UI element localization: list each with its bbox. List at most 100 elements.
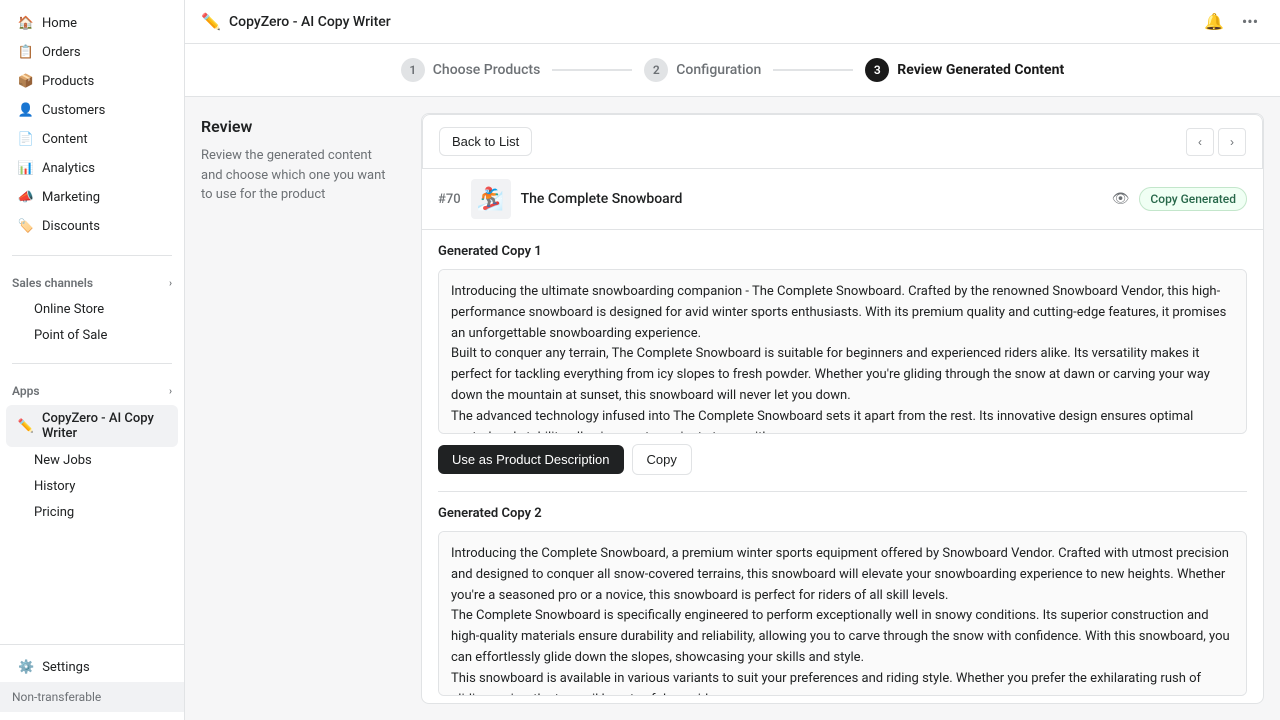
topbar-left: ✏️ CopyZero - AI Copy Writer [201,12,391,32]
step-connector-2 [773,69,853,71]
orders-icon: 📋 [18,44,34,60]
sidebar-item-new-jobs[interactable]: New Jobs [6,448,178,473]
sidebar-item-customers[interactable]: 👤 Customers [6,96,178,124]
copy-2-content: Introducing the Complete Snowboard, a pr… [451,546,1230,696]
content-icon: 📄 [18,131,34,147]
copy-section-2-wrapper: Generated Copy 2 Introducing the Complet… [422,491,1263,704]
main-content: ✏️ CopyZero - AI Copy Writer 🔔 ••• 1 Cho… [185,0,1280,720]
panel-description: Review the generated content and choose … [201,146,389,205]
copyzero-icon: ✏️ [18,418,34,434]
home-icon: 🏠 [18,15,34,31]
pricing-label: Pricing [34,505,74,520]
chevron-right-icon: › [169,278,172,289]
sidebar-item-analytics[interactable]: 📊 Analytics [6,154,178,182]
copy-1-content: Introducing the ultimate snowboarding co… [451,284,1226,434]
sidebar-item-discounts[interactable]: 🏷️ Discounts [6,212,178,240]
non-transferable-item[interactable]: Non-transferable [0,682,184,712]
topbar-right: 🔔 ••• [1200,8,1264,36]
sidebar-item-label: Analytics [42,161,95,176]
copy-1-label: Generated Copy 1 [438,244,1247,259]
left-panel: Review Review the generated content and … [185,97,405,720]
product-number: #70 [438,192,461,207]
sidebar-item-label: Orders [42,45,81,60]
eye-icon[interactable]: 👁 [1112,191,1130,207]
step-label-1: Choose Products [433,62,541,78]
step-circle-2: 2 [644,58,668,82]
sidebar-item-label: Home [42,16,77,31]
sales-channels-label: Sales channels [12,276,93,290]
more-icon[interactable]: ••• [1236,8,1264,36]
sidebar-item-orders[interactable]: 📋 Orders [6,38,178,66]
step-connector-1 [552,69,632,71]
sales-channels-header[interactable]: Sales channels › [0,270,184,296]
sidebar-item-label: Products [42,74,94,89]
copy-1-button[interactable]: Copy [632,444,692,475]
sidebar-item-home[interactable]: 🏠 Home [6,9,178,37]
copy-2-container: Generated Copy 2 Introducing the Complet… [438,491,1247,704]
back-to-list-button[interactable]: Back to List [439,127,532,156]
product-card: Back to List ‹ › #70 🏂 The Complete Snow… [421,113,1264,704]
sidebar-item-label: Marketing [42,190,100,205]
sidebar-item-history[interactable]: History [6,474,178,499]
apps-header[interactable]: Apps › [0,378,184,404]
copy-generated-badge: Copy Generated [1139,187,1247,211]
sidebar-divider-2 [12,363,172,364]
prev-button[interactable]: ‹ [1186,128,1214,156]
sidebar-item-marketing[interactable]: 📣 Marketing [6,183,178,211]
next-button[interactable]: › [1218,128,1246,156]
topbar: ✏️ CopyZero - AI Copy Writer 🔔 ••• [185,0,1280,44]
sidebar-divider-1 [12,255,172,256]
step-2[interactable]: 2 Configuration [644,58,761,82]
content-area: Review Review the generated content and … [185,97,1280,720]
non-transferable-label: Non-transferable [12,690,101,704]
copy-section-1-wrapper: Generated Copy 1 Introducing the ultimat… [422,230,1263,491]
right-panel: Back to List ‹ › #70 🏂 The Complete Snow… [405,97,1280,720]
online-store-label: Online Store [34,302,104,317]
chevron-right-icon-2: › [169,386,172,397]
step-circle-1: 1 [401,58,425,82]
app-icon: ✏️ [201,12,221,32]
step-circle-3: 3 [865,58,889,82]
copy-2-label: Generated Copy 2 [438,506,1247,521]
use-as-product-description-1-button[interactable]: Use as Product Description [438,445,624,474]
step-3[interactable]: 3 Review Generated Content [865,58,1064,82]
bell-icon[interactable]: 🔔 [1200,8,1228,36]
steps-bar: 1 Choose Products 2 Configuration 3 Revi… [185,44,1280,97]
copy-1-text: Introducing the ultimate snowboarding co… [438,269,1247,434]
product-header: Back to List ‹ › [422,114,1263,169]
sidebar-item-label: Content [42,132,88,147]
new-jobs-label: New Jobs [34,453,92,468]
copy-2-text: Introducing the Complete Snowboard, a pr… [438,531,1247,696]
marketing-icon: 📣 [18,189,34,205]
sidebar-bottom: ⚙️ Settings Non-transferable [0,644,184,720]
sidebar-item-online-store[interactable]: Online Store [6,297,178,322]
app-title: CopyZero - AI Copy Writer [229,14,391,30]
settings-icon: ⚙️ [18,660,34,675]
settings-label: Settings [42,660,89,675]
settings-item[interactable]: ⚙️ Settings [6,654,178,681]
product-name: The Complete Snowboard [521,191,1102,207]
history-label: History [34,479,75,494]
product-info-row: #70 🏂 The Complete Snowboard 👁 Copy Gene… [422,169,1263,230]
sidebar-item-products[interactable]: 📦 Products [6,67,178,95]
sidebar-item-point-of-sale[interactable]: Point of Sale [6,323,178,348]
analytics-icon: 📊 [18,160,34,176]
sidebar-item-copyzero[interactable]: ✏️ CopyZero - AI Copy Writer [6,405,178,447]
step-label-3: Review Generated Content [897,62,1064,78]
customers-icon: 👤 [18,102,34,118]
step-1[interactable]: 1 Choose Products [401,58,541,82]
snowboard-icon: 🏂 [477,187,504,212]
step-label-2: Configuration [676,62,761,78]
apps-label: Apps [12,384,40,398]
sidebar: 🏠 Home 📋 Orders 📦 Products 👤 Customers 📄… [0,0,185,720]
copy-1-actions: Use as Product Description Copy [438,444,1247,475]
panel-title: Review [201,117,389,136]
discounts-icon: 🏷️ [18,218,34,234]
product-thumbnail: 🏂 [471,179,511,219]
sidebar-item-pricing[interactable]: Pricing [6,500,178,525]
sidebar-item-label: Discounts [42,219,100,234]
sidebar-item-content[interactable]: 📄 Content [6,125,178,153]
products-icon: 📦 [18,73,34,89]
product-navigation: ‹ › [1186,128,1246,156]
copy-1-container: Generated Copy 1 Introducing the ultimat… [438,230,1247,475]
